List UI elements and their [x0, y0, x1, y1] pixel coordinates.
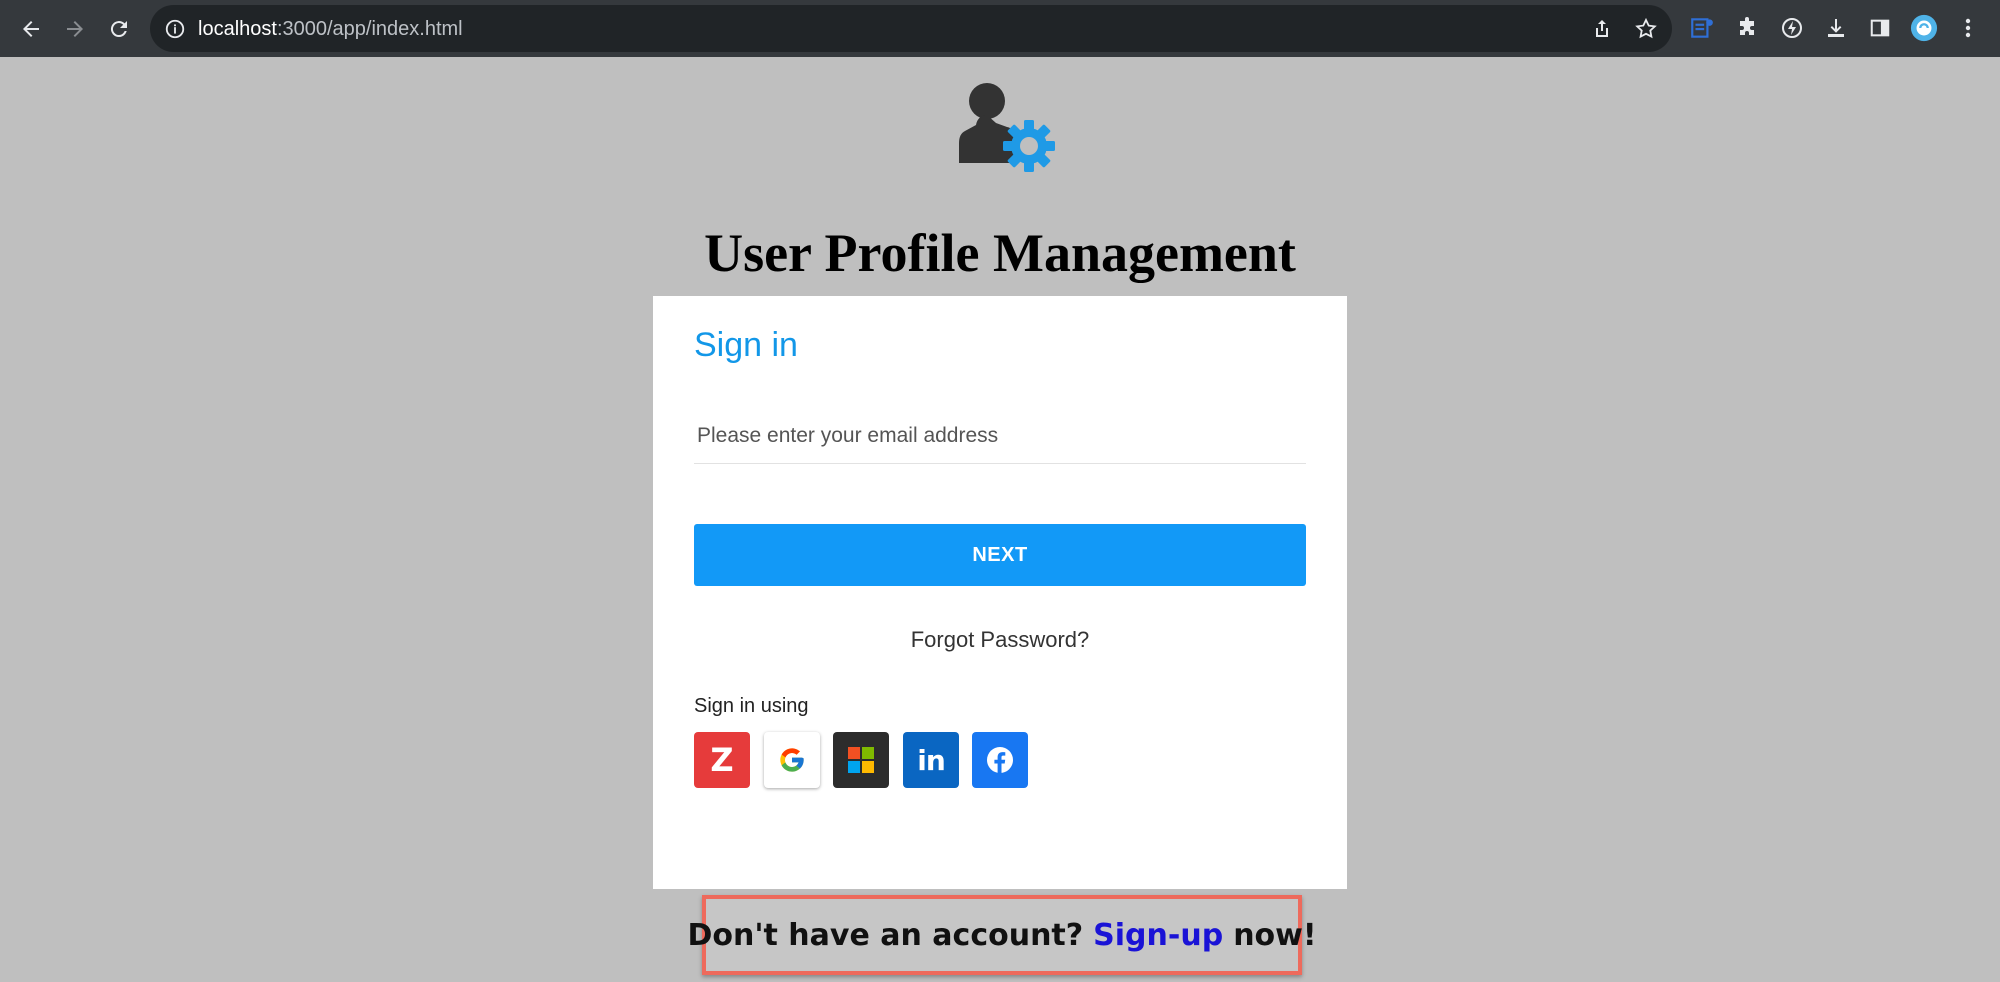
kebab-menu-icon — [1965, 18, 1971, 38]
puzzle-icon — [1740, 17, 1754, 35]
next-button[interactable]: NEXT — [694, 524, 1306, 586]
share-icon[interactable] — [1590, 17, 1614, 41]
google-signin-button[interactable] — [764, 732, 820, 788]
linkedin-signin-button[interactable]: in — [903, 732, 959, 788]
downloads-button[interactable] — [1822, 14, 1850, 42]
back-button[interactable] — [14, 12, 48, 46]
reload-icon — [110, 21, 127, 38]
user-settings-logo-icon — [959, 83, 1055, 172]
performance-button[interactable] — [1778, 14, 1806, 42]
profile-avatar[interactable] — [1910, 14, 1938, 42]
forward-button[interactable] — [58, 12, 92, 46]
avatar-icon — [1910, 14, 1938, 42]
url-text[interactable]: localhost:3000/app/index.html — [198, 18, 463, 41]
signup-link[interactable]: Sign-up — [1093, 918, 1223, 953]
arrow-left-icon — [23, 21, 39, 37]
extensions-button[interactable] — [1733, 14, 1761, 42]
signup-prompt: Don't have an account? Sign-up now! — [687, 895, 1317, 975]
zoho-signin-button[interactable]: Z — [694, 732, 750, 788]
microsoft-icon — [848, 747, 874, 773]
url-host: localhost — [198, 18, 277, 40]
forgot-password-link[interactable]: Forgot Password? — [653, 627, 1347, 653]
download-icon — [1828, 19, 1844, 37]
facebook-signin-button[interactable] — [972, 732, 1028, 788]
signin-card: Sign in NEXT Forgot Password? Sign in us… — [653, 296, 1347, 889]
email-input[interactable] — [694, 408, 1306, 464]
browser-toolbar: localhost:3000/app/index.html — [0, 0, 2000, 57]
page-title: User Profile Management — [704, 223, 1296, 283]
side-panel-button[interactable] — [1866, 14, 1894, 42]
address-bar[interactable]: localhost:3000/app/index.html — [150, 5, 1672, 52]
arrow-right-icon — [67, 21, 83, 37]
zoho-icon: Z — [710, 741, 734, 779]
document-icon — [1691, 18, 1713, 38]
side-panel-icon — [1870, 19, 1890, 37]
google-icon — [780, 748, 804, 772]
leaf-icon — [1782, 18, 1802, 38]
star-icon[interactable] — [1634, 17, 1658, 41]
info-icon[interactable] — [164, 18, 186, 40]
microsoft-signin-button[interactable] — [833, 732, 889, 788]
reload-button[interactable] — [102, 12, 136, 46]
facebook-icon — [987, 747, 1013, 773]
signup-suffix: now! — [1233, 917, 1317, 953]
menu-button[interactable] — [1954, 14, 1982, 42]
linkedin-icon: in — [917, 743, 946, 777]
extension-reader-icon[interactable] — [1688, 14, 1716, 42]
signin-using-label: Sign in using — [694, 695, 809, 717]
url-path: :3000/app/index.html — [276, 18, 463, 40]
signup-prefix: Don't have an account? — [687, 917, 1084, 953]
signin-heading: Sign in — [694, 326, 798, 364]
